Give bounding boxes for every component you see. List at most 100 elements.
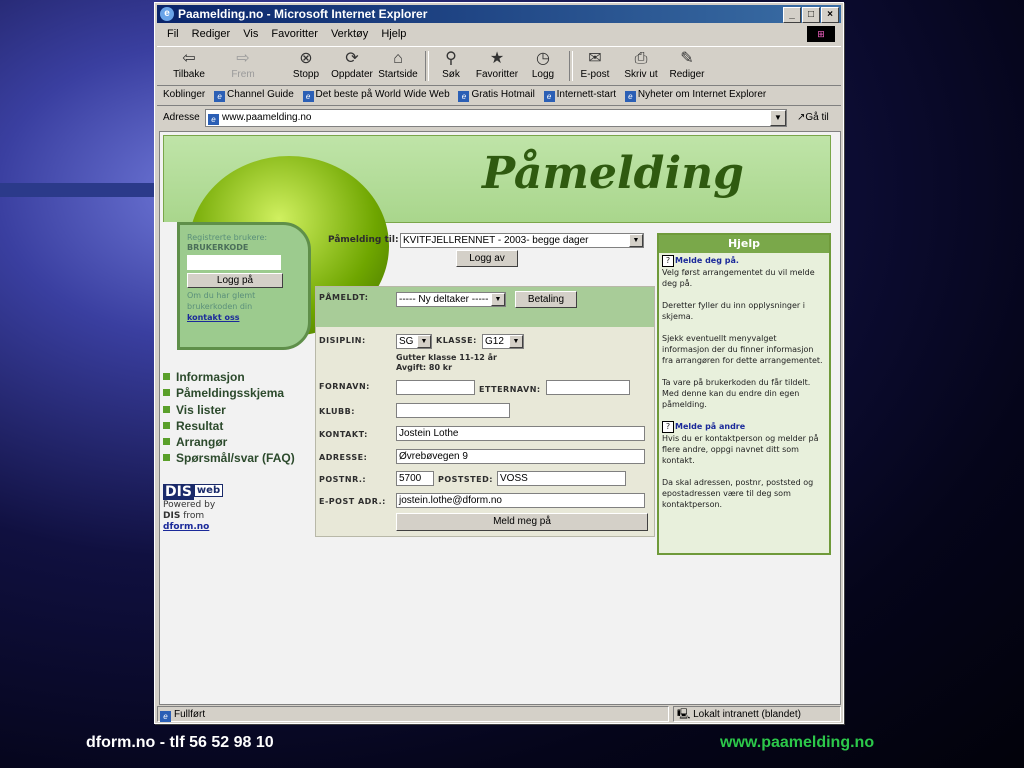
mail-button[interactable]: ✉ E-post [571, 49, 619, 80]
forward-arrow-icon: ⇨ [236, 50, 250, 67]
bullet-icon [163, 454, 170, 462]
dropdown-arrow-icon: ▼ [491, 293, 505, 306]
minimize-button[interactable]: _ [783, 7, 801, 23]
ie-page-icon: e [214, 91, 226, 102]
stop-button[interactable]: ⊗ Stopp [282, 49, 330, 80]
login-button[interactable]: Logg på [187, 273, 283, 288]
nav-item-pameldingsskjema[interactable]: Påmeldingsskjema [163, 385, 295, 401]
nav-item-faq[interactable]: Spørsmål/svar (FAQ) [163, 450, 295, 466]
epost-input[interactable]: jostein.lothe@dform.no [396, 493, 645, 508]
footer-right: www.paamelding.no [720, 734, 875, 751]
nav-item-vis-lister[interactable]: Vis lister [163, 402, 295, 418]
menu-favorites[interactable]: Favoritter [271, 28, 317, 40]
back-button[interactable]: ⇦ Tilbake [165, 49, 213, 80]
adresse-input[interactable]: Øvrebøvegen 9 [396, 449, 645, 464]
powered-by-text: Powered by [163, 500, 216, 510]
link-hotmail[interactable]: e Gratis Hotmail [458, 89, 535, 102]
dform-link[interactable]: dform.no [163, 522, 209, 532]
address-dropdown-icon[interactable]: ▼ [770, 110, 786, 126]
home-icon: ⌂ [393, 50, 403, 67]
address-label: Adresse [163, 112, 200, 123]
ie-icon: e [160, 7, 174, 21]
go-button[interactable]: ↗Gå til [797, 107, 829, 129]
help-panel: Hjelp ? Melde deg på. Velg først arrangem… [657, 233, 831, 555]
bullet-icon [163, 373, 170, 380]
background-stripe [0, 183, 155, 197]
event-select[interactable]: KVITFJELLRENNET - 2003- begge dager ▼ [400, 233, 644, 248]
etternavn-input[interactable] [546, 380, 630, 395]
favorites-button[interactable]: ★ Favoritter [473, 49, 521, 80]
help-title: Hjelp [659, 235, 829, 253]
bullet-icon [163, 438, 170, 446]
link-best-of-web[interactable]: e Det beste på World Wide Web [302, 89, 450, 102]
nav-item-arrangor[interactable]: Arrangør [163, 434, 295, 450]
bullet-icon [163, 421, 170, 429]
contact-link[interactable]: kontakt oss [187, 313, 239, 322]
print-button[interactable]: ⎙ Skriv ut [617, 49, 665, 80]
maximize-button[interactable]: □ [802, 7, 820, 23]
event-label: Påmelding til: [328, 235, 399, 245]
dropdown-arrow-icon: ▼ [629, 234, 643, 247]
help-heading-2: Melde på andre [675, 422, 746, 431]
intranet-icon: 🖳 [677, 709, 691, 720]
menu-edit[interactable]: Rediger [192, 28, 231, 40]
menu-tools[interactable]: Verktøy [331, 28, 368, 40]
help-icon: ? [662, 255, 674, 267]
link-internet-start[interactable]: e Internett-start [543, 89, 616, 102]
menu-file[interactable]: Fil [167, 28, 179, 40]
kontakt-input[interactable]: Jostein Lothe [396, 426, 645, 441]
login-code-label: BRUKERKODE [187, 243, 249, 252]
back-arrow-icon: ⇦ [182, 50, 196, 67]
link-channel-guide[interactable]: e Channel Guide [214, 89, 294, 102]
user-code-input[interactable] [187, 255, 281, 270]
powered-from-text: DIS from [163, 511, 205, 521]
menu-view[interactable]: Vis [243, 28, 258, 40]
ie-page-icon: e [458, 91, 470, 102]
close-button[interactable]: × [821, 7, 839, 23]
page-content: Påmelding Registrerte brukere: BRUKERKOD… [159, 131, 841, 705]
zone-pane: 🖳 Lokalt intranett (blandet) [673, 706, 841, 722]
edit-button[interactable]: ✎ Rediger [663, 49, 711, 80]
browser-window: e Paamelding.no - Microsoft Internet Expl… [154, 2, 844, 724]
ie-page-icon: e [624, 91, 636, 102]
participant-select[interactable]: ----- Ny deltaker ----- ▼ [396, 292, 506, 307]
logout-button[interactable]: Logg av [456, 250, 518, 267]
refresh-button[interactable]: ⟳ Oppdater [328, 49, 376, 80]
klubb-input[interactable] [396, 403, 510, 418]
search-icon: ⚲ [445, 50, 457, 67]
poststed-input[interactable]: VOSS [497, 471, 626, 486]
klasse-select[interactable]: G12 ▼ [482, 334, 524, 349]
windows-logo-icon: ⊞ [807, 26, 835, 42]
epost-label: E-POST ADR.: [319, 497, 386, 506]
bullet-icon [163, 389, 170, 397]
disiplin-select[interactable]: SG ▼ [396, 334, 432, 349]
address-input[interactable]: e www.paamelding.no ▼ [205, 109, 787, 127]
postnr-input[interactable]: 5700 [396, 471, 434, 486]
history-button[interactable]: ◷ Logg [519, 49, 567, 80]
favorites-icon: ★ [489, 50, 505, 67]
stop-icon: ⊗ [299, 50, 313, 67]
nav-item-resultat[interactable]: Resultat [163, 418, 295, 434]
ie-page-icon: e [302, 91, 314, 102]
poststed-label: POSTSTED: [438, 475, 493, 484]
pameldt-label: PÅMELDT: [319, 293, 369, 302]
forward-button[interactable]: ⇨ Frem [219, 49, 267, 80]
help-heading-1: Melde deg på. [675, 256, 739, 265]
links-label: Koblinger [163, 89, 206, 100]
status-pane: e Fullført [157, 706, 669, 722]
dropdown-arrow-icon: ▼ [509, 335, 523, 348]
payment-button[interactable]: Betaling [515, 291, 577, 308]
submit-button[interactable]: Meld meg på [396, 513, 648, 531]
nav-item-informasjon[interactable]: Informasjon [163, 369, 295, 385]
fornavn-input[interactable] [396, 380, 475, 395]
title-bar: e Paamelding.no - Microsoft Internet Expl… [157, 5, 841, 23]
ie-page-icon: e [543, 91, 555, 102]
home-button[interactable]: ⌂ Startside [374, 49, 422, 80]
link-ie-news[interactable]: e Nyheter om Internet Explorer [624, 89, 766, 102]
menu-bar: Fil Rediger Vis Favoritter Verktøy Hjelp… [157, 24, 841, 44]
powered-by: DIS web Powered by DIS from dform.no [163, 484, 224, 533]
menu-help[interactable]: Hjelp [381, 28, 406, 40]
links-bar: Koblinger e Channel Guide e Det beste på W… [157, 85, 841, 106]
search-button[interactable]: ⚲ Søk [427, 49, 475, 80]
disweb-logo: DIS web [163, 484, 224, 500]
